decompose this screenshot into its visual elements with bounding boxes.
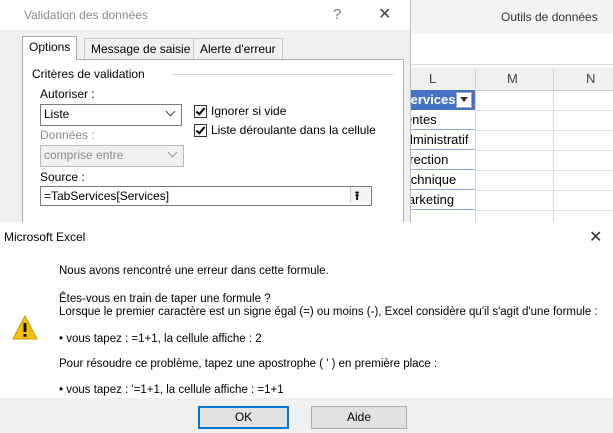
collapse-dialog-icon: ⭱ <box>355 189 360 203</box>
column-header-m[interactable]: M <box>507 71 518 86</box>
message-box-title: Microsoft Excel <box>4 230 86 244</box>
in-cell-dropdown-label[interactable]: Liste déroulante dans la cellule <box>211 123 376 137</box>
filter-dropdown-button[interactable] <box>456 92 472 108</box>
column-header-n[interactable]: N <box>586 71 595 86</box>
dialog-title: Validation des données <box>24 8 148 22</box>
gridline <box>475 68 476 222</box>
chevron-down-icon <box>162 105 180 123</box>
formula-bar-area <box>410 34 613 65</box>
close-icon[interactable]: ✕ <box>589 227 602 247</box>
message-box-titlebar <box>0 222 613 252</box>
source-label: Source : <box>40 170 85 184</box>
criteria-group-label: Critères de validation <box>32 67 145 81</box>
allow-select-value: Liste <box>44 107 70 121</box>
gridline <box>475 170 613 171</box>
message-text: • vous tapez : '=1+1, la cellule affiche… <box>59 384 284 396</box>
message-text: Lorsque le premier caractère est un sign… <box>59 306 598 318</box>
message-text: Êtes-vous en train de taper une formule … <box>59 293 271 305</box>
column-header-l[interactable]: L <box>429 71 436 86</box>
help-button[interactable]: Aide <box>311 406 407 429</box>
gridline <box>475 110 613 111</box>
checkmark-icon <box>195 124 206 135</box>
ignore-blank-checkbox[interactable] <box>194 105 207 118</box>
in-cell-dropdown-checkbox[interactable] <box>194 124 207 137</box>
data-label: Données : <box>40 128 95 142</box>
tab-error-alert[interactable]: Alerte d'erreur <box>193 38 283 59</box>
source-input-value: =TabServices[Services] <box>44 189 170 203</box>
message-text: • vous tapez : =1+1, la cellule affiche … <box>59 333 262 345</box>
checkmark-icon <box>195 105 206 116</box>
gridline <box>475 210 613 211</box>
column-headers: L M N <box>410 68 613 91</box>
tab-options[interactable]: Options <box>22 36 78 60</box>
warning-icon <box>12 315 38 340</box>
dropdown-arrow-icon <box>460 97 468 102</box>
close-icon[interactable]: ✕ <box>378 4 391 24</box>
ok-button[interactable]: OK <box>198 406 289 429</box>
group-divider <box>172 74 394 75</box>
data-select-value: comprise entre <box>44 148 124 162</box>
collapse-dialog-button[interactable]: ⭱ <box>350 187 370 203</box>
ribbon-group-data-tools[interactable]: Outils de données <box>501 10 598 24</box>
gridline <box>475 150 613 151</box>
gridline <box>553 68 554 222</box>
chevron-down-icon <box>164 146 182 164</box>
tab-input-message[interactable]: Message de saisie <box>84 38 198 59</box>
gridline <box>475 190 613 191</box>
message-text: Nous avons rencontré une erreur dans cet… <box>59 265 329 277</box>
ignore-blank-label[interactable]: Ignorer si vide <box>211 104 286 118</box>
message-text: Pour résoudre ce problème, tapez une apo… <box>59 358 438 370</box>
gridline <box>475 130 613 131</box>
help-icon[interactable]: ? <box>333 6 341 23</box>
allow-label: Autoriser : <box>40 87 95 101</box>
